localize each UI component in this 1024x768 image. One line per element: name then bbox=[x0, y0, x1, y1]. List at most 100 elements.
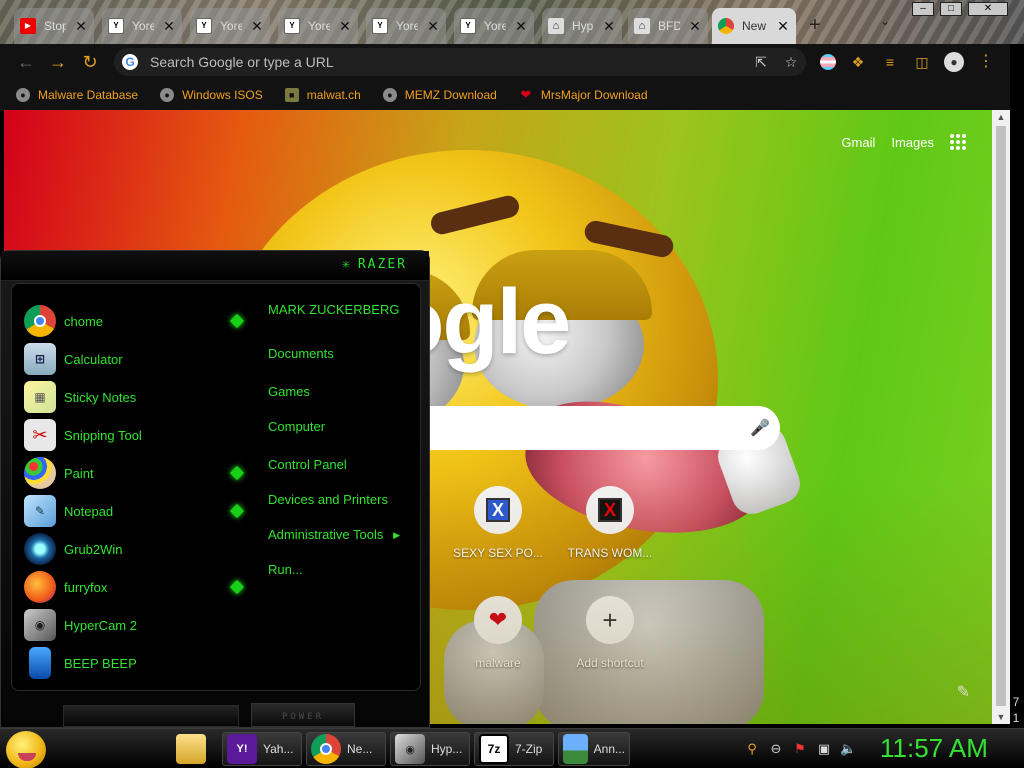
customize-pencil-icon[interactable]: ✎ bbox=[957, 682, 970, 702]
reading-list-icon[interactable]: ≡ bbox=[880, 52, 900, 72]
close-icon[interactable]: ✕ bbox=[250, 18, 264, 35]
forward-button[interactable]: → bbox=[46, 50, 70, 74]
scroll-up-arrow[interactable]: ▲ bbox=[992, 110, 1010, 124]
close-icon[interactable]: ✕ bbox=[74, 18, 88, 35]
program-grub2win[interactable]: Grub2Win bbox=[24, 532, 242, 566]
tab-label: Yore bbox=[308, 19, 330, 33]
network-icon[interactable]: ▣ bbox=[816, 741, 832, 757]
tab-yore-3[interactable]: Y Yore ✕ bbox=[278, 8, 358, 44]
bookmark-windows-isos[interactable]: ● Windows ISOS bbox=[160, 88, 263, 102]
program-calculator[interactable]: ⊞ Calculator bbox=[24, 342, 242, 376]
shortcut-label: SEXY SEX PO... bbox=[453, 546, 543, 560]
program-hypercam-2[interactable]: ◉ HyperCam 2 bbox=[24, 608, 242, 642]
microphone-icon[interactable]: 🎤 bbox=[740, 418, 780, 438]
side-panel-icon[interactable]: ◫ bbox=[912, 52, 932, 72]
action-center-flag-icon[interactable]: ⚑ bbox=[792, 741, 808, 757]
place-documents[interactable]: Documents bbox=[268, 346, 408, 362]
apps-grid-icon[interactable] bbox=[950, 134, 966, 150]
shortcut-tile[interactable]: X SEXY SEX PO... bbox=[442, 486, 554, 560]
bookmark-memz-download[interactable]: ● MEMZ Download bbox=[382, 88, 497, 102]
taskbar-hypercam[interactable]: ◉ Hyp... bbox=[390, 732, 470, 766]
program-chome[interactable]: chome bbox=[24, 304, 245, 338]
scroll-down-arrow[interactable]: ▼ bbox=[992, 710, 1010, 724]
place-administrative-tools[interactable]: Administrative Tools ▶ bbox=[268, 527, 408, 543]
program-paint[interactable]: Paint bbox=[24, 456, 245, 490]
tab-yore-4[interactable]: Y Yore ✕ bbox=[366, 8, 446, 44]
page-scrollbar[interactable]: ▲ ▼ bbox=[992, 110, 1010, 724]
share-icon[interactable]: ⇱ bbox=[746, 54, 776, 71]
program-furryfox[interactable]: furryfox bbox=[24, 570, 245, 604]
tab-new-tab[interactable]: New ✕ bbox=[712, 8, 796, 44]
place-computer[interactable]: Computer bbox=[268, 419, 408, 435]
start-menu-search-bar[interactable] bbox=[63, 705, 239, 727]
grub-icon bbox=[24, 533, 56, 565]
program-snipping-tool[interactable]: ✂ Snipping Tool bbox=[24, 418, 242, 452]
add-shortcut-button[interactable]: + Add shortcut bbox=[554, 596, 666, 670]
program-beep-beep[interactable]: BEEP BEEP bbox=[24, 646, 242, 680]
chrome-icon bbox=[24, 305, 56, 337]
extensions-puzzle-icon[interactable]: ❖ bbox=[848, 52, 868, 72]
program-sticky-notes[interactable]: ▦ Sticky Notes bbox=[24, 380, 242, 414]
place-games[interactable]: Games bbox=[268, 384, 408, 400]
taskbar-yahoo[interactable]: Y! Yah... bbox=[222, 732, 302, 766]
close-icon[interactable]: ✕ bbox=[688, 18, 702, 35]
close-icon[interactable]: ✕ bbox=[162, 18, 176, 35]
tab-yore-1[interactable]: Y Yore ✕ bbox=[102, 8, 182, 44]
volume-icon[interactable]: 🔈 bbox=[840, 741, 856, 757]
shortcut-tile[interactable]: ❤ malware bbox=[442, 596, 554, 670]
back-button[interactable]: ← bbox=[14, 50, 38, 74]
bookmark-star-icon[interactable]: ☆ bbox=[776, 54, 806, 71]
close-icon[interactable]: ✕ bbox=[426, 18, 440, 35]
search-icon[interactable]: ⚲ bbox=[744, 741, 760, 757]
maximize-button[interactable]: □ bbox=[940, 2, 962, 16]
reload-button[interactable]: ↻ bbox=[78, 50, 102, 74]
taskbar-label: 7-Zip bbox=[515, 742, 543, 756]
minimize-button[interactable]: – bbox=[912, 2, 934, 16]
address-bar[interactable]: G Search Google or type a URL ⇱ ☆ bbox=[114, 48, 806, 76]
close-window-button[interactable]: ✕ bbox=[968, 2, 1008, 16]
scroll-thumb[interactable] bbox=[996, 126, 1006, 706]
folder-icon bbox=[176, 734, 206, 764]
power-button[interactable]: POWER bbox=[251, 703, 355, 727]
bookmark-mrsmajor-download[interactable]: ❤ MrsMajor Download bbox=[519, 88, 647, 103]
profile-avatar[interactable]: ● bbox=[944, 52, 964, 72]
close-icon[interactable]: ✕ bbox=[776, 18, 790, 35]
close-icon[interactable]: ✕ bbox=[514, 18, 528, 35]
tab-yore-2[interactable]: Y Yore ✕ bbox=[190, 8, 270, 44]
flag-extension-icon[interactable] bbox=[818, 52, 838, 72]
submenu-indicator-icon bbox=[229, 465, 245, 481]
taskbar-clock[interactable]: 11:57 AM bbox=[880, 733, 988, 764]
program-notepad[interactable]: ✎ Notepad bbox=[24, 494, 245, 528]
yore-icon: Y bbox=[372, 18, 388, 34]
place-mark-zuckerberg[interactable]: MARK ZUCKERBERG bbox=[268, 302, 408, 318]
more-menu-icon[interactable]: ⋮ bbox=[976, 52, 996, 72]
close-icon[interactable]: ✕ bbox=[602, 18, 616, 35]
tab-hyp[interactable]: ⌂ Hyp ✕ bbox=[542, 8, 622, 44]
place-devices-and-printers[interactable]: Devices and Printers bbox=[268, 492, 408, 508]
close-icon[interactable]: ✕ bbox=[338, 18, 352, 35]
shortcut-icon: X bbox=[586, 486, 634, 534]
taskbar-chrome[interactable]: Ne... bbox=[306, 732, 386, 766]
place-control-panel[interactable]: Control Panel bbox=[268, 457, 408, 473]
museum-icon: ⌂ bbox=[634, 18, 650, 34]
images-link[interactable]: Images bbox=[891, 135, 934, 150]
taskbar-label: Ne... bbox=[347, 742, 373, 756]
chevron-down-icon[interactable]: ⌄ bbox=[880, 14, 890, 28]
taskbar-ann[interactable]: Ann... bbox=[558, 732, 630, 766]
tab-yore-5[interactable]: Y Yore ✕ bbox=[454, 8, 534, 44]
shortcut-tile[interactable]: X TRANS WOM... bbox=[554, 486, 666, 560]
bookmark-malware-database[interactable]: ● Malware Database bbox=[16, 88, 138, 102]
bookmark-label: Malware Database bbox=[38, 88, 139, 102]
minus-circle-icon[interactable]: ⊖ bbox=[768, 741, 784, 757]
taskbar-7zip[interactable]: 7z 7-Zip bbox=[474, 732, 554, 766]
taskbar-explorer[interactable] bbox=[172, 732, 216, 766]
place-run[interactable]: Run... bbox=[268, 562, 408, 578]
new-tab-button[interactable]: + bbox=[804, 14, 826, 37]
gmail-link[interactable]: Gmail bbox=[841, 135, 875, 150]
bookmark-malwatch[interactable]: ■ malwat.ch bbox=[284, 88, 361, 102]
yore-icon: Y bbox=[108, 18, 124, 34]
start-button-emoji-icon[interactable] bbox=[6, 731, 46, 768]
tab-youtube[interactable]: ▶ Stop ✕ bbox=[14, 8, 94, 44]
tab-bfd[interactable]: ⌂ BFD ✕ bbox=[628, 8, 708, 44]
shortcut-label: malware bbox=[475, 656, 521, 670]
